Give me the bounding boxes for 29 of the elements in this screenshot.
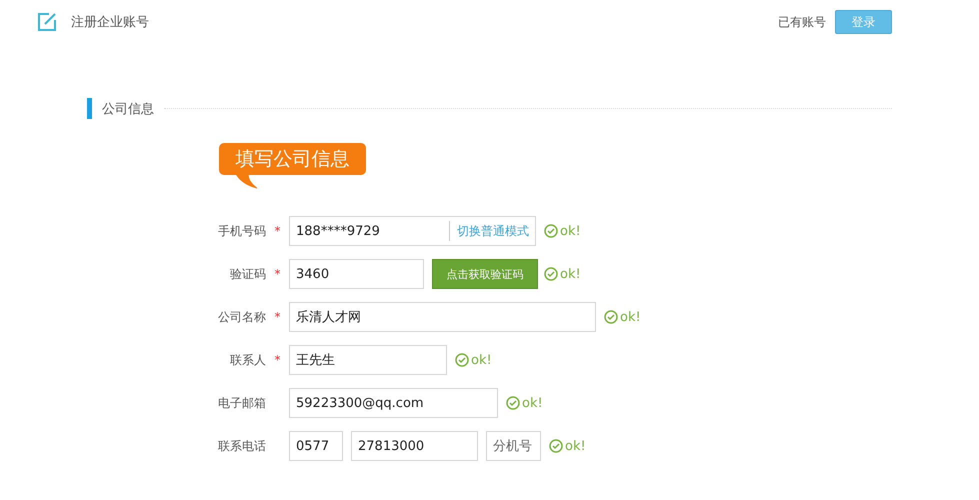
page-title: 注册企业账号: [71, 14, 149, 31]
required-mark: *: [274, 224, 282, 238]
status-text: ok!: [560, 224, 581, 238]
input-field[interactable]: 王先生: [289, 345, 447, 375]
field-label: 电子邮箱: [217, 394, 266, 412]
extension-field[interactable]: 分机号: [486, 431, 541, 461]
input-field[interactable]: 59223300@qq.com: [289, 388, 498, 418]
edit-icon: [37, 12, 57, 32]
account-prompt: 已有账号: [778, 14, 826, 30]
status-text: ok!: [620, 310, 641, 324]
status-text: ok!: [560, 266, 581, 282]
required-mark: *: [274, 353, 282, 367]
required-mark: *: [274, 267, 282, 281]
input-field[interactable]: 乐清人才网: [289, 302, 596, 332]
section-marker: [87, 98, 92, 119]
status-text: ok!: [565, 438, 586, 454]
field-label: 公司名称: [217, 308, 266, 326]
phone-field[interactable]: 188****9729 切换普通模式: [289, 216, 536, 246]
field-label: 联系人: [229, 352, 266, 368]
phone-number-field[interactable]: 27813000: [351, 431, 478, 461]
field-label: 验证码: [229, 266, 266, 282]
status-text: ok!: [522, 396, 543, 410]
input-field[interactable]: 3460: [289, 259, 424, 289]
area-code-field[interactable]: 0577: [289, 431, 343, 461]
section-title: 公司信息: [102, 100, 154, 118]
status-text: ok!: [471, 352, 492, 368]
field-label: 手机号码: [217, 222, 266, 240]
required-mark: *: [274, 310, 282, 324]
field-label: 联系电话: [217, 438, 266, 454]
